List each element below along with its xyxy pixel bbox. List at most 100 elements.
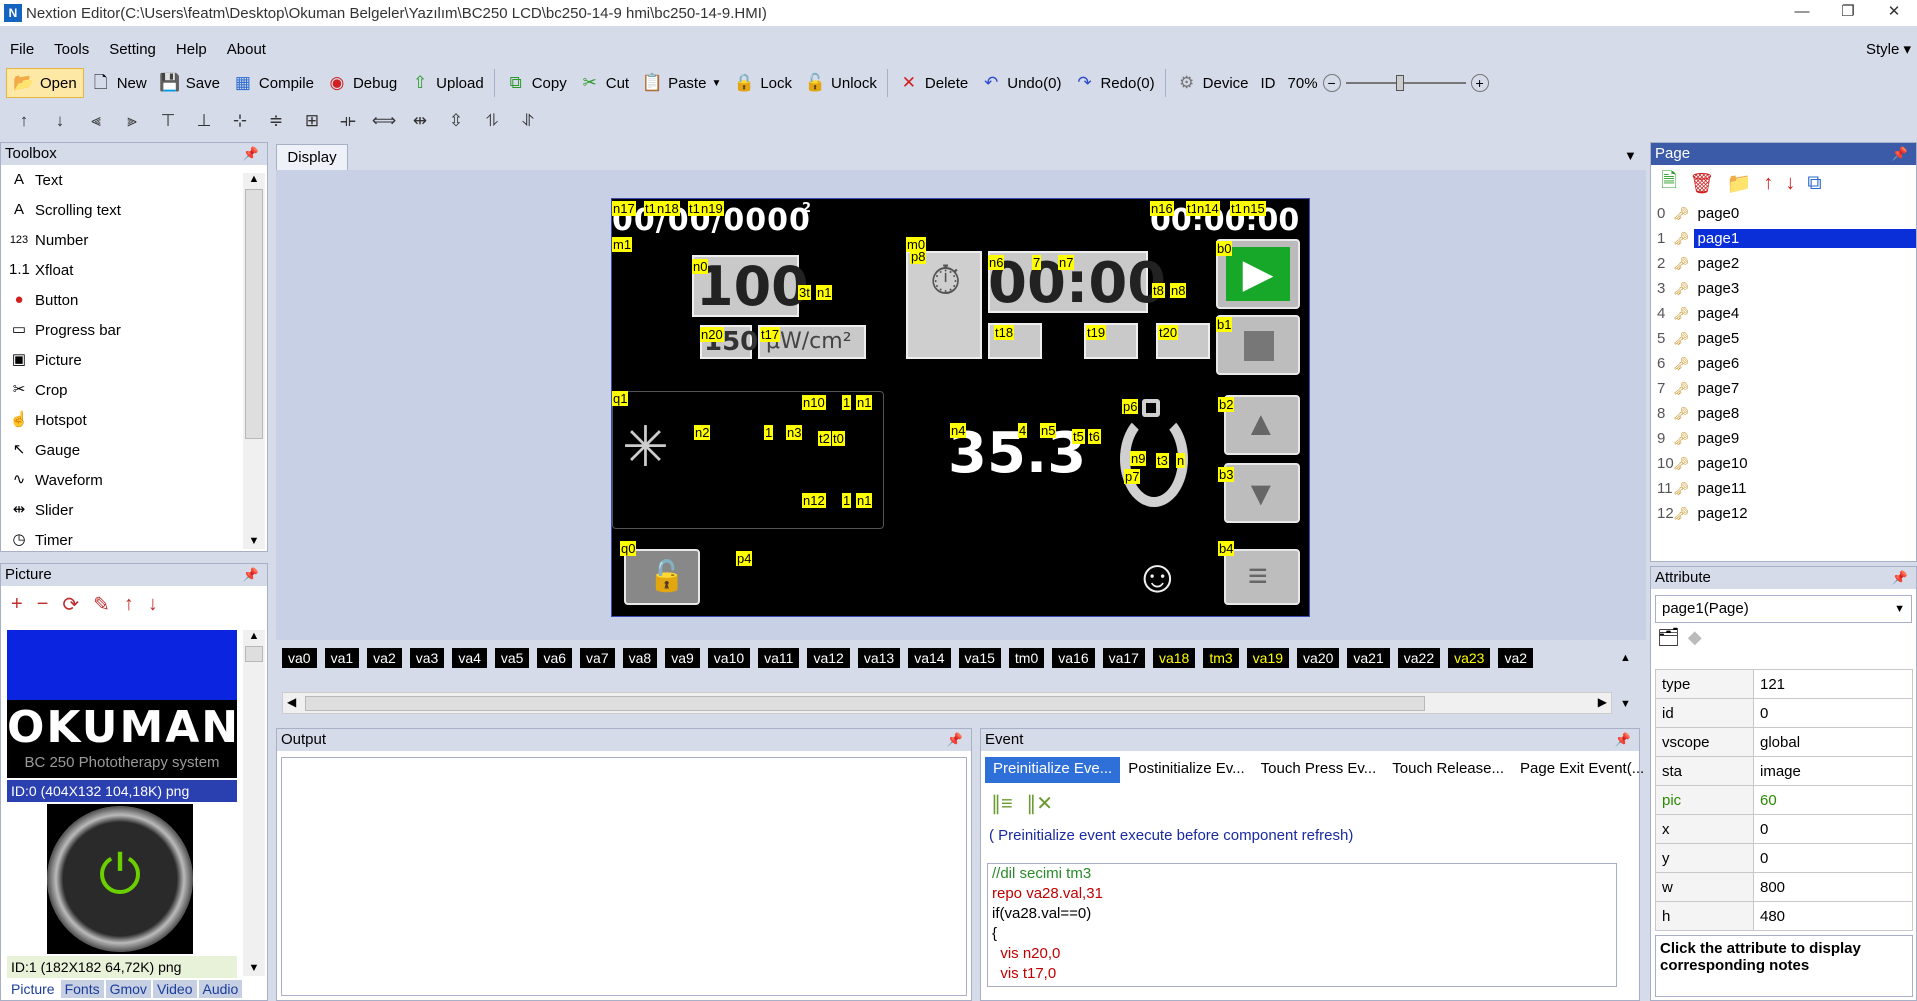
style-menu[interactable]: Style ▾ — [1866, 40, 1911, 58]
toolbox-item-slider[interactable]: ⇹ Slider — [1, 495, 267, 525]
edit-picture-icon[interactable]: ✎ — [93, 592, 110, 617]
delete-page-icon[interactable]: 🗑 — [1689, 171, 1714, 196]
page-item-page3[interactable]: 3 🗝 page3 — [1651, 276, 1916, 301]
pin-icon[interactable]: 📌 — [243, 143, 259, 165]
variable-va15[interactable]: va15 — [958, 648, 1001, 668]
menu-help[interactable]: Help — [166, 41, 217, 58]
variable-va16[interactable]: va16 — [1052, 648, 1095, 668]
move-down-icon[interactable]: ↓ — [44, 107, 76, 135]
toolbox-item-waveform[interactable]: ∿ Waveform — [1, 465, 267, 495]
add-picture-icon[interactable]: + — [11, 593, 23, 616]
attribute-value[interactable]: 0 — [1753, 814, 1913, 844]
scroll-down-icon[interactable]: ▼ — [1620, 698, 1631, 710]
save-button[interactable]: 💾 Save — [153, 68, 226, 98]
toolbox-item-button[interactable]: ● Button — [1, 285, 267, 315]
variable-va2[interactable]: va2 — [1498, 648, 1534, 668]
toolbox-item-xfloat[interactable]: 1.1 Xfloat — [1, 255, 267, 285]
variable-va3[interactable]: va3 — [409, 648, 445, 668]
variable-va10[interactable]: va10 — [707, 648, 751, 668]
scroll-thumb[interactable] — [245, 646, 263, 662]
up-button[interactable]: ▲ — [1224, 395, 1300, 455]
attribute-value[interactable]: 60 — [1753, 785, 1913, 815]
pin-icon[interactable]: 📌 — [1892, 567, 1908, 589]
sort-icon[interactable]: 🗂 — [1657, 627, 1680, 647]
cut-button[interactable]: ✂ Cut — [573, 68, 635, 98]
irradiance-value[interactable]: 100 — [696, 255, 809, 318]
space-horizontal-equal-icon[interactable]: ⇹ — [404, 107, 436, 135]
toolbox-item-timer[interactable]: ◷ Timer — [1, 525, 267, 555]
redo-button[interactable]: ↷ Redo(0) — [1067, 68, 1160, 98]
unlock-screen-button[interactable]: 🔓 — [624, 549, 700, 605]
scroll-thumb[interactable] — [245, 189, 263, 439]
compile-button[interactable]: ▦ Compile — [226, 68, 320, 98]
scroll-up-icon[interactable]: ▲ — [243, 630, 265, 642]
replace-picture-icon[interactable]: ⟳ — [62, 592, 79, 617]
paste-button[interactable]: 📋 Paste ▼ — [635, 68, 727, 98]
tab-gmov[interactable]: Gmov — [105, 980, 151, 998]
copy-button[interactable]: ⧉ Copy — [499, 68, 573, 98]
menu-file[interactable]: File — [0, 41, 44, 58]
toolbox-item-progress-bar[interactable]: ▭ Progress bar — [1, 315, 267, 345]
move-up-icon[interactable]: ↑ — [124, 593, 134, 616]
copy-page-icon[interactable]: ⧉ — [1807, 172, 1821, 195]
variable-va18[interactable]: va18 — [1152, 648, 1196, 668]
minimize-button[interactable]: — — [1779, 0, 1825, 26]
variable-va6[interactable]: va6 — [537, 648, 573, 668]
same-width-icon[interactable]: ⟛ — [332, 107, 364, 135]
device-button[interactable]: ⚙ Device — [1170, 68, 1255, 98]
variable-va22[interactable]: va22 — [1397, 648, 1441, 668]
attribute-value[interactable]: 0 — [1753, 843, 1913, 873]
variable-va2[interactable]: va2 — [367, 648, 402, 668]
menu-setting[interactable]: Setting — [99, 41, 166, 58]
attribute-value[interactable]: 800 — [1753, 872, 1913, 902]
attribute-row-vscope[interactable]: vscope global — [1655, 727, 1913, 757]
space-vertical-icon[interactable]: ⇳ — [440, 107, 472, 135]
unlock-button[interactable]: 🔓 Unlock — [798, 68, 883, 98]
tab-preinitialize[interactable]: Preinitialize Eve... — [985, 757, 1121, 783]
variable-va4[interactable]: va4 — [452, 648, 487, 668]
page-item-page8[interactable]: 8 🗝 page8 — [1651, 401, 1916, 426]
variable-va11[interactable]: va11 — [758, 648, 800, 668]
toolbox-item-hotspot[interactable]: ☝ Hotspot — [1, 405, 267, 435]
scroll-left-icon[interactable]: ◀ — [287, 695, 296, 709]
tab-touch-press[interactable]: Touch Press Ev... — [1253, 757, 1385, 783]
code-editor[interactable]: //dil secimi tm3 repo va28.val,31 if(va2… — [987, 863, 1617, 987]
close-button[interactable]: ✕ — [1871, 0, 1917, 26]
attribute-value[interactable]: 480 — [1753, 901, 1913, 931]
move-down-icon[interactable]: ↓ — [148, 593, 158, 616]
zoom-slider[interactable] — [1345, 75, 1466, 91]
pin-icon[interactable]: 📌 — [243, 564, 259, 586]
zoom-out-icon[interactable]: − — [1322, 74, 1341, 92]
attribute-row-sta[interactable]: sta image — [1655, 756, 1913, 786]
pin-icon[interactable]: 📌 — [947, 729, 963, 751]
page-item-page9[interactable]: 9 🗝 page9 — [1651, 426, 1916, 451]
toolbox-scrollbar[interactable]: ▲ ▼ — [243, 173, 265, 549]
id-button[interactable]: ID — [1255, 68, 1282, 98]
attribute-value[interactable]: image — [1753, 756, 1913, 786]
variable-va9[interactable]: va9 — [665, 648, 700, 668]
menu-about[interactable]: About — [217, 41, 276, 58]
pin-icon[interactable]: 📌 — [1892, 143, 1908, 165]
page-item-page4[interactable]: 4 🗝 page4 — [1651, 301, 1916, 326]
attribute-row-w[interactable]: w 800 — [1655, 872, 1913, 902]
down-button[interactable]: ▼ — [1224, 463, 1300, 523]
add-page-icon[interactable]: 🗎 — [1661, 166, 1677, 200]
tab-audio[interactable]: Audio — [198, 980, 243, 998]
tab-video[interactable]: Video — [152, 980, 197, 998]
toolbox-item-gauge[interactable]: ↖ Gauge — [1, 435, 267, 465]
variable-va12[interactable]: va12 — [807, 648, 850, 668]
attribute-value[interactable]: 0 — [1753, 698, 1913, 728]
move-down-icon[interactable]: ↓ — [1785, 172, 1795, 195]
debug-button[interactable]: ◉ Debug — [320, 68, 403, 98]
variable-tm3[interactable]: tm3 — [1203, 648, 1239, 668]
menu-tools[interactable]: Tools — [44, 41, 99, 58]
display-dropdown-icon[interactable]: ▼ — [1624, 148, 1637, 163]
variable-va21[interactable]: va21 — [1347, 648, 1390, 668]
zoom-slider-thumb[interactable] — [1395, 75, 1404, 91]
picture-thumbnail-1[interactable]: ⏻ — [47, 804, 193, 954]
center-horizontal-icon[interactable]: ⊹ — [224, 107, 256, 135]
page-item-page10[interactable]: 10 🗝 page10 — [1651, 451, 1916, 476]
page-item-page5[interactable]: 5 🗝 page5 — [1651, 326, 1916, 351]
scroll-down-icon[interactable]: ▼ — [243, 535, 265, 547]
variable-tm0[interactable]: tm0 — [1008, 648, 1045, 668]
